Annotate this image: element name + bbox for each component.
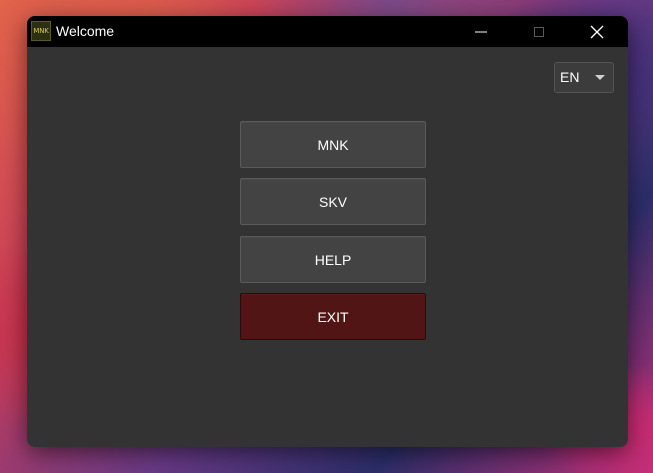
language-select[interactable]: EN [554,62,614,93]
app-icon: MNK [31,21,51,41]
maximize-button[interactable] [516,16,562,47]
help-button[interactable]: HELP [240,236,426,283]
language-select-value: EN [560,69,580,85]
minimize-button[interactable] [458,16,504,47]
close-button[interactable] [574,16,620,47]
skv-button-label: SKV [318,193,347,210]
chevron-down-icon [595,75,605,80]
welcome-window: MNK Welcome EN MNK SKV HELP EXIT [27,16,628,447]
minimize-icon [475,31,487,32]
mnk-button-label: MNK [317,136,349,153]
window-title: Welcome [56,23,115,39]
maximize-icon [534,26,544,37]
help-button-label: HELP [314,251,352,268]
exit-button[interactable]: EXIT [240,293,426,340]
title-bar[interactable]: MNK Welcome [27,16,628,47]
exit-button-label: EXIT [317,308,349,325]
skv-button[interactable]: SKV [240,178,426,225]
close-icon [590,25,604,38]
mnk-button[interactable]: MNK [240,121,426,168]
